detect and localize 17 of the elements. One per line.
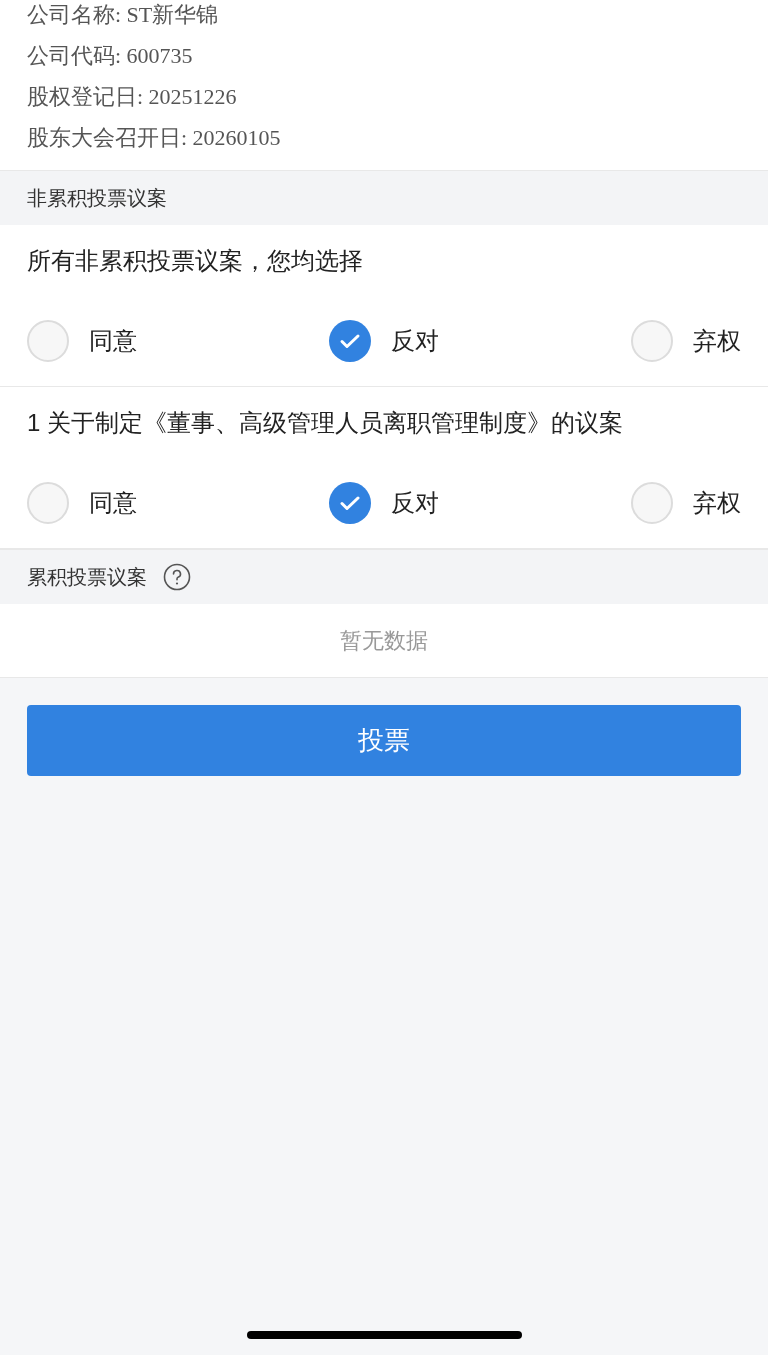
radio-option[interactable]: 弃权	[631, 319, 741, 362]
vote-button[interactable]: 投票	[27, 705, 741, 776]
help-icon[interactable]	[163, 563, 191, 591]
proposal-text: 1 关于制定《董事、高级管理人员离职管理制度》的议案	[27, 408, 624, 438]
radio-option[interactable]: 反对	[329, 481, 439, 524]
radio-option[interactable]: 同意	[27, 319, 137, 362]
empty-message: 暂无数据	[340, 627, 428, 655]
info-line: 股权登记日: 20251226	[27, 83, 238, 111]
section-title: 累积投票议案	[27, 565, 147, 590]
section-title: 非累积投票议案	[27, 186, 167, 211]
proposal-text: 所有非累积投票议案，您均选择	[27, 246, 364, 276]
radio-option[interactable]: 弃权	[631, 481, 741, 524]
info-line: 公司代码: 600735	[27, 42, 194, 70]
radio-option[interactable]: 同意	[27, 481, 137, 524]
info-line: 公司名称: ST新华锦	[27, 1, 220, 29]
radio-option[interactable]: 反对	[329, 319, 439, 362]
info-line: 股东大会召开日: 20260105	[27, 124, 282, 152]
